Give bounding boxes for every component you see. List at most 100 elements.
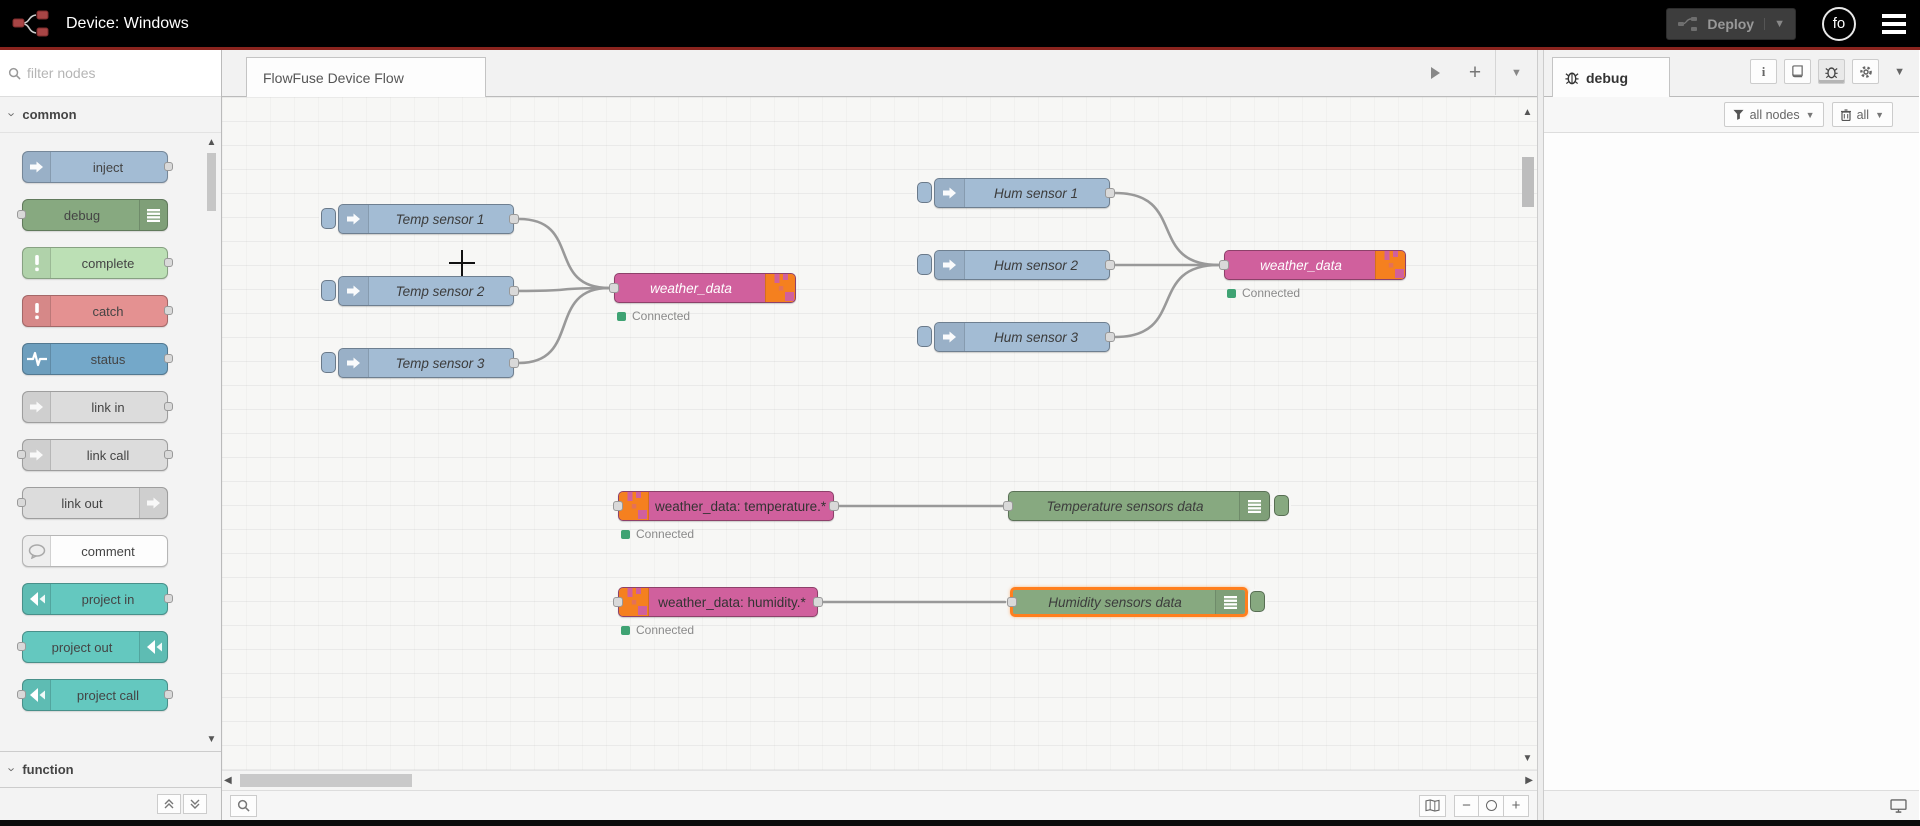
- inject-button[interactable]: [321, 280, 336, 301]
- debug-toggle-button[interactable]: [1250, 591, 1265, 612]
- debug-filter-button[interactable]: all nodes ▼: [1723, 102, 1824, 127]
- input-port[interactable]: [17, 450, 26, 459]
- output-port[interactable]: [164, 402, 173, 411]
- minimap-toggle-button[interactable]: [1419, 794, 1446, 817]
- palette-category-common[interactable]: › common: [0, 97, 221, 133]
- scroll-down-icon[interactable]: ▼: [1521, 753, 1534, 764]
- help-sidebar-button[interactable]: [1784, 59, 1812, 84]
- input-port[interactable]: [17, 690, 26, 699]
- output-port[interactable]: [164, 354, 173, 363]
- tab-flowfuse-device-flow[interactable]: FlowFuse Device Flow: [246, 57, 486, 97]
- zoom-out-button[interactable]: −: [1454, 794, 1479, 817]
- output-port[interactable]: [164, 258, 173, 267]
- flow-node-hum1[interactable]: Hum sensor 1: [917, 178, 1115, 208]
- palette-node-project-in[interactable]: project in: [22, 583, 173, 615]
- output-port[interactable]: [1105, 260, 1115, 270]
- palette-node-status[interactable]: status: [22, 343, 173, 375]
- input-port[interactable]: [1219, 260, 1229, 270]
- palette-node-catch[interactable]: catch: [22, 295, 173, 327]
- sidebar-menu-chevron-icon[interactable]: ▼: [1894, 66, 1905, 78]
- palette-scrollbar-thumb[interactable]: [207, 153, 216, 211]
- output-port[interactable]: [509, 358, 519, 368]
- main-menu-icon[interactable]: [1882, 13, 1906, 34]
- palette-node-link-out[interactable]: link out: [17, 487, 168, 519]
- output-port[interactable]: [1105, 188, 1115, 198]
- output-port[interactable]: [1105, 332, 1115, 342]
- flow-node-hum2[interactable]: Hum sensor 2: [917, 250, 1115, 280]
- inject-button[interactable]: [321, 352, 336, 373]
- tab-debug[interactable]: debug: [1552, 57, 1670, 97]
- canvas-vertical-scrollbar[interactable]: ▲ ▼: [1520, 101, 1536, 766]
- flow-node-wdL[interactable]: weather_data Connected: [609, 273, 796, 323]
- zoom-reset-button[interactable]: [1479, 794, 1504, 817]
- output-port[interactable]: [164, 162, 173, 171]
- flow-node-dbgHum[interactable]: Humidity sensors data: [1007, 587, 1265, 617]
- flow-node-hum3[interactable]: Hum sensor 3: [917, 322, 1115, 352]
- input-port[interactable]: [17, 498, 26, 507]
- output-port[interactable]: [164, 450, 173, 459]
- palette-node-debug[interactable]: debug: [17, 199, 168, 231]
- input-port[interactable]: [609, 283, 619, 293]
- scroll-up-icon[interactable]: ▲: [205, 137, 218, 148]
- user-avatar[interactable]: fo: [1822, 6, 1856, 41]
- inject-button[interactable]: [917, 182, 932, 203]
- canvas-horizontal-scrollbar[interactable]: ◀ ▶: [222, 770, 1537, 790]
- palette-scrollbar[interactable]: ▲: [205, 137, 218, 717]
- inject-button[interactable]: [917, 326, 932, 347]
- horizontal-scrollbar-thumb[interactable]: [240, 774, 412, 787]
- zoom-in-button[interactable]: +: [1504, 794, 1529, 817]
- palette-node-complete[interactable]: complete: [22, 247, 173, 279]
- debug-toggle-button[interactable]: [1274, 495, 1289, 516]
- output-port[interactable]: [164, 690, 173, 699]
- input-port[interactable]: [1003, 501, 1013, 511]
- debug-clear-button[interactable]: all ▼: [1831, 102, 1893, 127]
- output-port[interactable]: [509, 286, 519, 296]
- search-flows-button[interactable]: [230, 794, 257, 817]
- wire[interactable]: [1113, 263, 1221, 339]
- inject-button[interactable]: [917, 254, 932, 275]
- input-port[interactable]: [613, 597, 623, 607]
- vertical-scrollbar-thumb[interactable]: [1522, 157, 1534, 207]
- palette-node-link-in[interactable]: link in: [22, 391, 173, 423]
- collapse-all-categories-button[interactable]: [157, 794, 181, 814]
- palette-node-link-call[interactable]: link call: [17, 439, 173, 471]
- scroll-right-icon[interactable]: ▶: [1525, 775, 1533, 786]
- open-debug-window-icon[interactable]: [1890, 798, 1907, 813]
- output-port[interactable]: [164, 306, 173, 315]
- flow-node-dbgTemp[interactable]: Temperature sensors data: [1003, 491, 1289, 521]
- palette-node-inject[interactable]: inject: [22, 151, 173, 183]
- input-port[interactable]: [17, 210, 26, 219]
- flow-node-temp3[interactable]: Temp sensor 3: [321, 348, 519, 378]
- flow-node-temp2[interactable]: Temp sensor 2: [321, 276, 519, 306]
- inject-button[interactable]: [321, 208, 336, 229]
- deploy-button[interactable]: Deploy ▼: [1666, 7, 1796, 40]
- output-port[interactable]: [164, 594, 173, 603]
- flow-node-wdR[interactable]: weather_data Connected: [1219, 250, 1406, 300]
- input-port[interactable]: [1007, 597, 1017, 607]
- expand-all-categories-button[interactable]: [183, 794, 207, 814]
- filter-nodes-input[interactable]: [27, 65, 177, 81]
- info-sidebar-button[interactable]: i: [1750, 59, 1778, 84]
- config-nodes-button[interactable]: [1852, 59, 1880, 84]
- wire[interactable]: [1113, 191, 1221, 267]
- scroll-up-icon[interactable]: ▲: [1521, 107, 1534, 118]
- output-port[interactable]: [829, 501, 839, 511]
- deploy-chevron-icon[interactable]: ▼: [1764, 17, 1785, 30]
- add-flow-button[interactable]: +: [1455, 50, 1495, 95]
- wire[interactable]: [517, 286, 611, 365]
- sidebar-splitter[interactable]: [1537, 50, 1544, 820]
- palette-category-function[interactable]: › function: [0, 751, 221, 787]
- palette-node-comment[interactable]: comment: [22, 535, 168, 567]
- flow-node-temp1[interactable]: Temp sensor 1: [321, 204, 519, 234]
- input-port[interactable]: [17, 642, 26, 651]
- output-port[interactable]: [813, 597, 823, 607]
- debug-flow-button[interactable]: [1415, 50, 1455, 95]
- input-port[interactable]: [613, 501, 623, 511]
- scroll-down-icon[interactable]: ▼: [205, 734, 218, 745]
- wire[interactable]: [517, 217, 611, 290]
- palette-node-project-call[interactable]: project call: [17, 679, 173, 711]
- output-port[interactable]: [509, 214, 519, 224]
- flow-node-mqttHum[interactable]: weather_data: humidity.* Connected: [613, 587, 823, 637]
- palette-node-project-out[interactable]: project out: [17, 631, 168, 663]
- flow-list-chevron-icon[interactable]: ▼: [1495, 50, 1537, 95]
